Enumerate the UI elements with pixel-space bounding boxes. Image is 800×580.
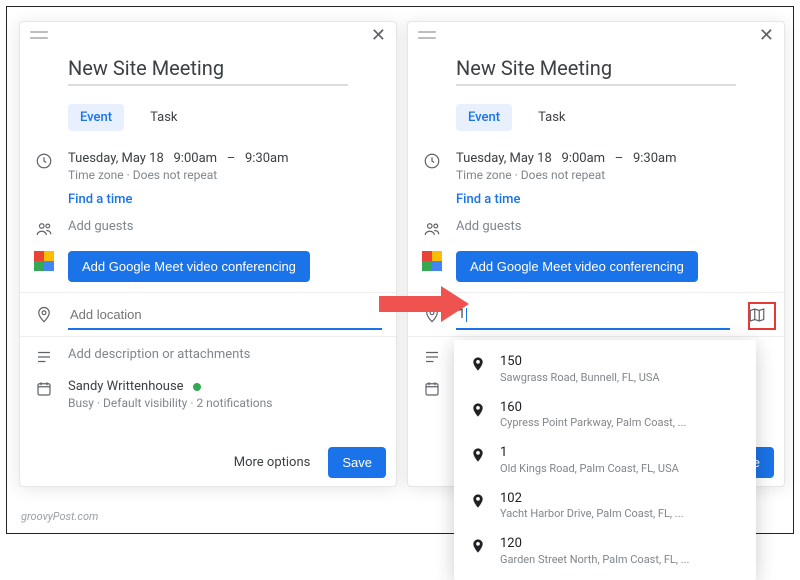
more-options-link[interactable]: More options xyxy=(234,455,311,470)
pin-icon xyxy=(470,447,486,463)
add-meet-button[interactable]: Add Google Meet video conferencing xyxy=(68,251,310,282)
people-icon xyxy=(422,219,442,239)
event-dialog-after: ✕ New Site Meeting Event Task Tuesday, M… xyxy=(407,21,785,487)
calendar-icon xyxy=(422,379,442,399)
tab-event[interactable]: Event xyxy=(68,104,124,131)
description-icon xyxy=(422,347,442,367)
event-start-time[interactable]: 9:00am xyxy=(562,151,606,166)
event-date[interactable]: Tuesday, May 18 xyxy=(456,151,552,166)
event-date[interactable]: Tuesday, May 18 xyxy=(68,151,164,166)
visibility-notifications[interactable]: Busy · Default visibility · 2 notificati… xyxy=(68,396,382,410)
google-meet-icon xyxy=(422,251,442,271)
find-a-time-link[interactable]: Find a time xyxy=(456,192,520,207)
location-suggestion[interactable]: 102Yacht Harbor Drive, Palm Coast, FL, .… xyxy=(454,483,756,529)
pin-icon xyxy=(470,493,486,509)
timezone-repeat-label[interactable]: Time zone · Does not repeat xyxy=(68,168,382,182)
location-icon xyxy=(34,305,54,325)
close-icon[interactable]: ✕ xyxy=(371,25,386,46)
annotation-arrow xyxy=(379,286,479,320)
clock-icon xyxy=(34,151,54,171)
clock-icon xyxy=(422,151,442,171)
calendar-color-dot xyxy=(193,383,201,391)
event-end-time[interactable]: 9:30am xyxy=(245,151,289,166)
location-suggestion[interactable]: 1Old Kings Road, Palm Coast, FL, USA xyxy=(454,437,756,483)
event-title-input[interactable]: New Site Meeting xyxy=(68,56,348,86)
event-dialog-before: ✕ New Site Meeting Event Task Tuesday, M… xyxy=(19,21,397,487)
map-icon-highlight xyxy=(748,302,776,330)
description-icon xyxy=(34,347,54,367)
image-credit: groovyPost.com xyxy=(21,510,98,523)
close-icon[interactable]: ✕ xyxy=(759,25,774,46)
event-title-input[interactable]: New Site Meeting xyxy=(456,56,736,86)
event-start-time[interactable]: 9:00am xyxy=(174,151,218,166)
location-input[interactable]: 1 xyxy=(456,299,730,330)
location-input[interactable] xyxy=(68,299,382,330)
pin-icon xyxy=(470,356,486,372)
add-guests-field[interactable]: Add guests xyxy=(456,219,521,234)
save-button[interactable]: Save xyxy=(328,447,386,478)
add-guests-field[interactable]: Add guests xyxy=(68,219,133,234)
tab-task[interactable]: Task xyxy=(138,104,189,131)
drag-handle-icon[interactable] xyxy=(30,31,48,39)
pin-icon xyxy=(470,538,486,554)
timezone-repeat-label[interactable]: Time zone · Does not repeat xyxy=(456,168,770,182)
location-suggestion[interactable]: 150Sawgrass Road, Bunnell, FL, USA xyxy=(454,346,756,392)
google-meet-icon xyxy=(34,251,54,271)
location-suggestion[interactable]: 160Cypress Point Parkway, Palm Coast, ..… xyxy=(454,392,756,438)
pin-icon xyxy=(470,402,486,418)
event-end-time[interactable]: 9:30am xyxy=(633,151,677,166)
add-meet-button[interactable]: Add Google Meet video conferencing xyxy=(456,251,698,282)
add-description-field[interactable]: Add description or attachments xyxy=(68,347,250,362)
location-suggestion[interactable]: 120Garden Street North, Palm Coast, FL, … xyxy=(454,528,756,574)
drag-handle-icon[interactable] xyxy=(418,31,436,39)
calendar-icon xyxy=(34,379,54,399)
tab-event[interactable]: Event xyxy=(456,104,512,131)
find-a-time-link[interactable]: Find a time xyxy=(68,192,132,207)
location-autocomplete-dropdown: 150Sawgrass Road, Bunnell, FL, USA160Cyp… xyxy=(454,340,756,580)
calendar-owner[interactable]: Sandy Writtenhouse xyxy=(68,379,184,394)
people-icon xyxy=(34,219,54,239)
tab-task[interactable]: Task xyxy=(526,104,577,131)
